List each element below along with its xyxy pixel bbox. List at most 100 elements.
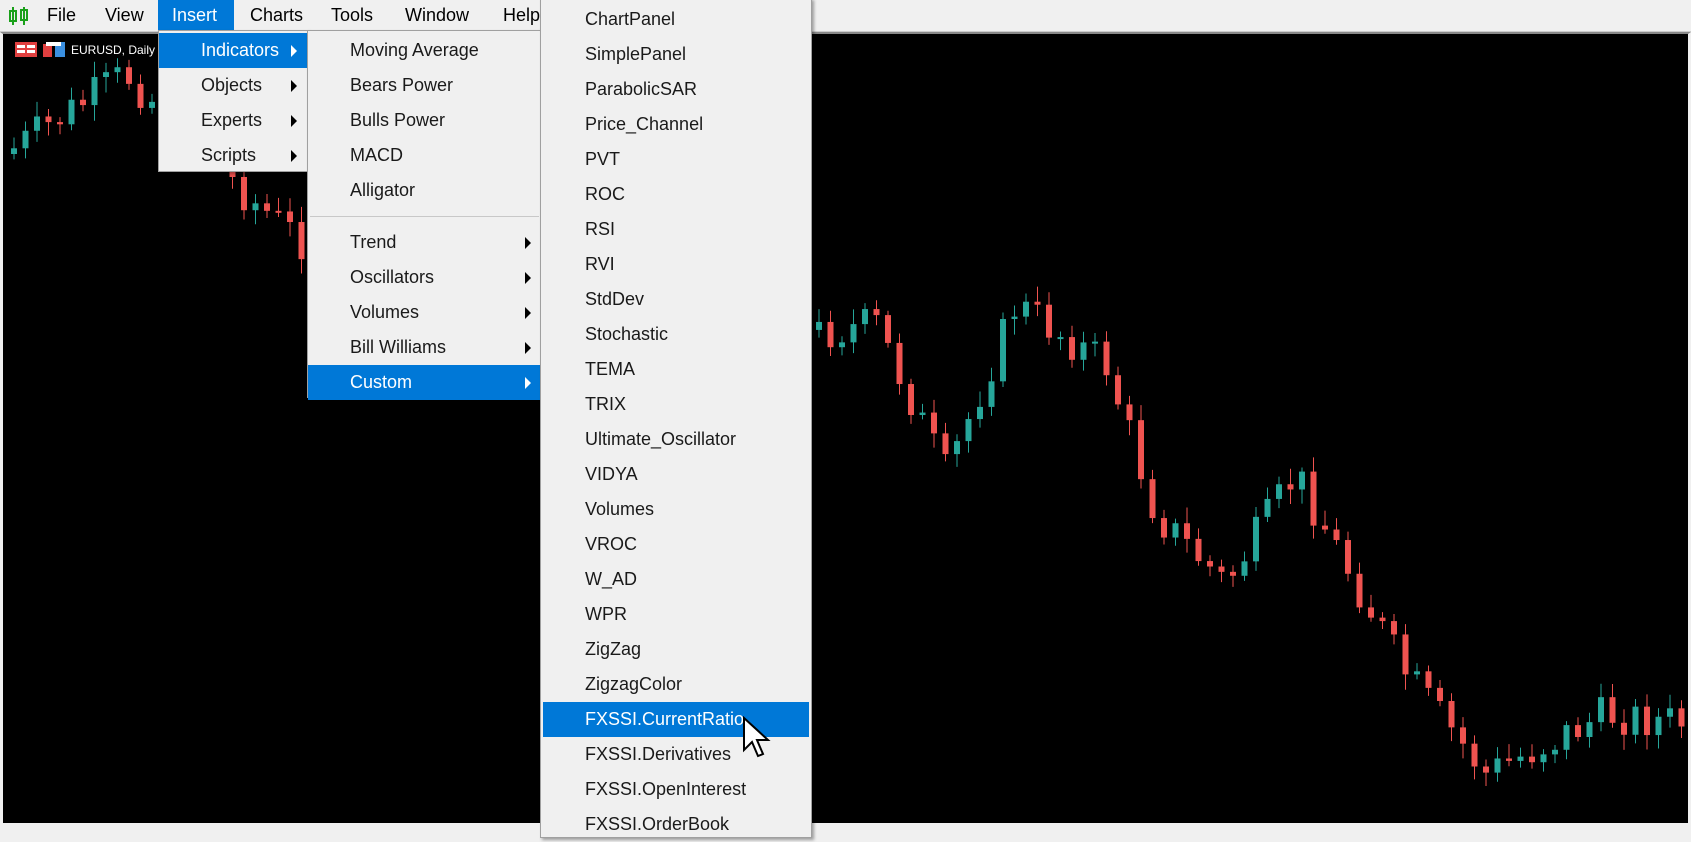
candle-body xyxy=(1034,301,1041,305)
candle-body xyxy=(1460,727,1466,744)
menu-item-trix[interactable]: TRIX xyxy=(543,387,809,422)
candle-body xyxy=(1253,516,1259,562)
menu-item-trend[interactable]: Trend xyxy=(308,225,541,260)
menu-item-zigzag[interactable]: ZigZag xyxy=(543,632,809,667)
menu-item-alligator[interactable]: Alligator xyxy=(308,173,541,208)
menu-item-bill-williams[interactable]: Bill Williams xyxy=(308,330,541,365)
candle-body xyxy=(1103,341,1110,376)
candle-body xyxy=(1529,756,1535,763)
menu-item-rsi[interactable]: RSI xyxy=(543,212,809,247)
menu-window[interactable]: Window xyxy=(391,0,483,31)
candle-body xyxy=(1483,766,1489,773)
candle-body xyxy=(1494,758,1501,773)
candle-body xyxy=(287,211,293,223)
candle-body xyxy=(1310,471,1317,526)
menu-item-volumes[interactable]: Volumes xyxy=(543,492,809,527)
submenu-arrow-icon xyxy=(525,307,531,319)
menu-insert[interactable]: Insert xyxy=(158,0,234,31)
menu-item-pvt[interactable]: PVT xyxy=(543,142,809,177)
menu-item-label: Objects xyxy=(201,75,263,95)
menu-item-fxssi-openinterest[interactable]: FXSSI.OpenInterest xyxy=(543,772,809,807)
menu-bar: File View Insert Charts Tools Window Hel… xyxy=(0,0,1691,32)
candle-body xyxy=(126,67,132,84)
menu-item-chartpanel[interactable]: ChartPanel xyxy=(543,2,809,37)
menu-tools[interactable]: Tools xyxy=(317,0,387,31)
menu-item-w-ad[interactable]: W_AD xyxy=(543,562,809,597)
candle-body xyxy=(149,101,155,108)
menu-item-fxssi-orderbook[interactable]: FXSSI.OrderBook xyxy=(543,807,809,842)
candle-body xyxy=(1621,722,1627,735)
menu-view[interactable]: View xyxy=(91,0,158,31)
menu-item-price-channel[interactable]: Price_Channel xyxy=(543,107,809,142)
mouse-cursor-icon xyxy=(743,716,771,758)
menu-file[interactable]: File xyxy=(33,0,90,31)
candle-body xyxy=(1230,571,1236,576)
menu-item-label: Trend xyxy=(350,232,397,252)
candle-body xyxy=(1609,697,1616,723)
candle-body xyxy=(1598,697,1604,723)
submenu-arrow-icon xyxy=(291,45,297,57)
candle-body xyxy=(1448,701,1455,728)
custom-indicators-menu: ChartPanel SimplePanel ParabolicSAR Price_C… xyxy=(540,0,812,838)
menu-item-parabolicsar[interactable]: ParabolicSAR xyxy=(543,72,809,107)
submenu-arrow-icon xyxy=(291,80,297,92)
submenu-arrow-icon xyxy=(291,115,297,127)
candle-body xyxy=(1655,716,1662,736)
menu-item-label: Bill Williams xyxy=(350,337,446,357)
menu-item-objects[interactable]: Objects xyxy=(159,68,307,103)
menu-item-moving-average[interactable]: Moving Average xyxy=(308,33,541,68)
menu-item-ultimate-oscillator[interactable]: Ultimate_Oscillator xyxy=(543,422,809,457)
menu-item-tema[interactable]: TEMA xyxy=(543,352,809,387)
menu-item-simplepanel[interactable]: SimplePanel xyxy=(543,37,809,72)
menu-item-macd[interactable]: MACD xyxy=(308,138,541,173)
menu-item-bears-power[interactable]: Bears Power xyxy=(308,68,541,103)
candle-body xyxy=(942,433,949,455)
candle-body xyxy=(1218,566,1225,572)
menu-item-experts[interactable]: Experts xyxy=(159,103,307,138)
menu-item-label: Volumes xyxy=(350,302,420,322)
menu-charts[interactable]: Charts xyxy=(236,0,317,31)
menu-item-zigzagcolor[interactable]: ZigzagColor xyxy=(543,667,809,702)
candle-body xyxy=(1368,607,1374,618)
candle-body xyxy=(1391,621,1397,635)
menu-item-stochastic[interactable]: Stochastic xyxy=(543,317,809,352)
menu-item-wpr[interactable]: WPR xyxy=(543,597,809,632)
candle-body xyxy=(68,99,75,125)
candle-body xyxy=(1644,706,1650,736)
candle-body xyxy=(931,412,937,434)
menu-item-indicators[interactable]: Indicators xyxy=(159,33,307,68)
submenu-arrow-icon xyxy=(291,150,297,162)
menu-item-custom[interactable]: Custom xyxy=(308,365,541,400)
candle-body xyxy=(885,315,891,343)
candle-body xyxy=(1241,561,1248,576)
candle-body xyxy=(954,441,960,455)
candle-body xyxy=(1023,301,1029,317)
candle-body xyxy=(816,321,822,330)
menu-item-roc[interactable]: ROC xyxy=(543,177,809,212)
candle-body xyxy=(1046,304,1052,338)
candle-body xyxy=(1138,420,1144,480)
candle-body xyxy=(1437,687,1443,702)
menu-item-label: Oscillators xyxy=(350,267,435,287)
candle-body xyxy=(1000,319,1006,382)
menu-item-volumes[interactable]: Volumes xyxy=(308,295,541,330)
candle-body xyxy=(1161,518,1167,538)
candle-body xyxy=(908,384,914,416)
candle-body xyxy=(1149,479,1156,519)
menu-item-oscillators[interactable]: Oscillators xyxy=(308,260,541,295)
menu-item-bulls-power[interactable]: Bulls Power xyxy=(308,103,541,138)
submenu-arrow-icon xyxy=(525,272,531,284)
candle-body xyxy=(1299,471,1305,490)
candle-body xyxy=(1011,316,1018,320)
candle-body xyxy=(1322,525,1328,530)
menu-item-vidya[interactable]: VIDYA xyxy=(543,457,809,492)
candle-body xyxy=(1184,523,1190,539)
candle-body xyxy=(1333,529,1340,541)
menu-item-rvi[interactable]: RVI xyxy=(543,247,809,282)
menu-item-scripts[interactable]: Scripts xyxy=(159,138,307,173)
candle-body xyxy=(862,309,868,325)
candle-body xyxy=(1264,498,1271,517)
menu-item-vroc[interactable]: VROC xyxy=(543,527,809,562)
candle-body xyxy=(1092,341,1098,344)
menu-item-stddev[interactable]: StdDev xyxy=(543,282,809,317)
